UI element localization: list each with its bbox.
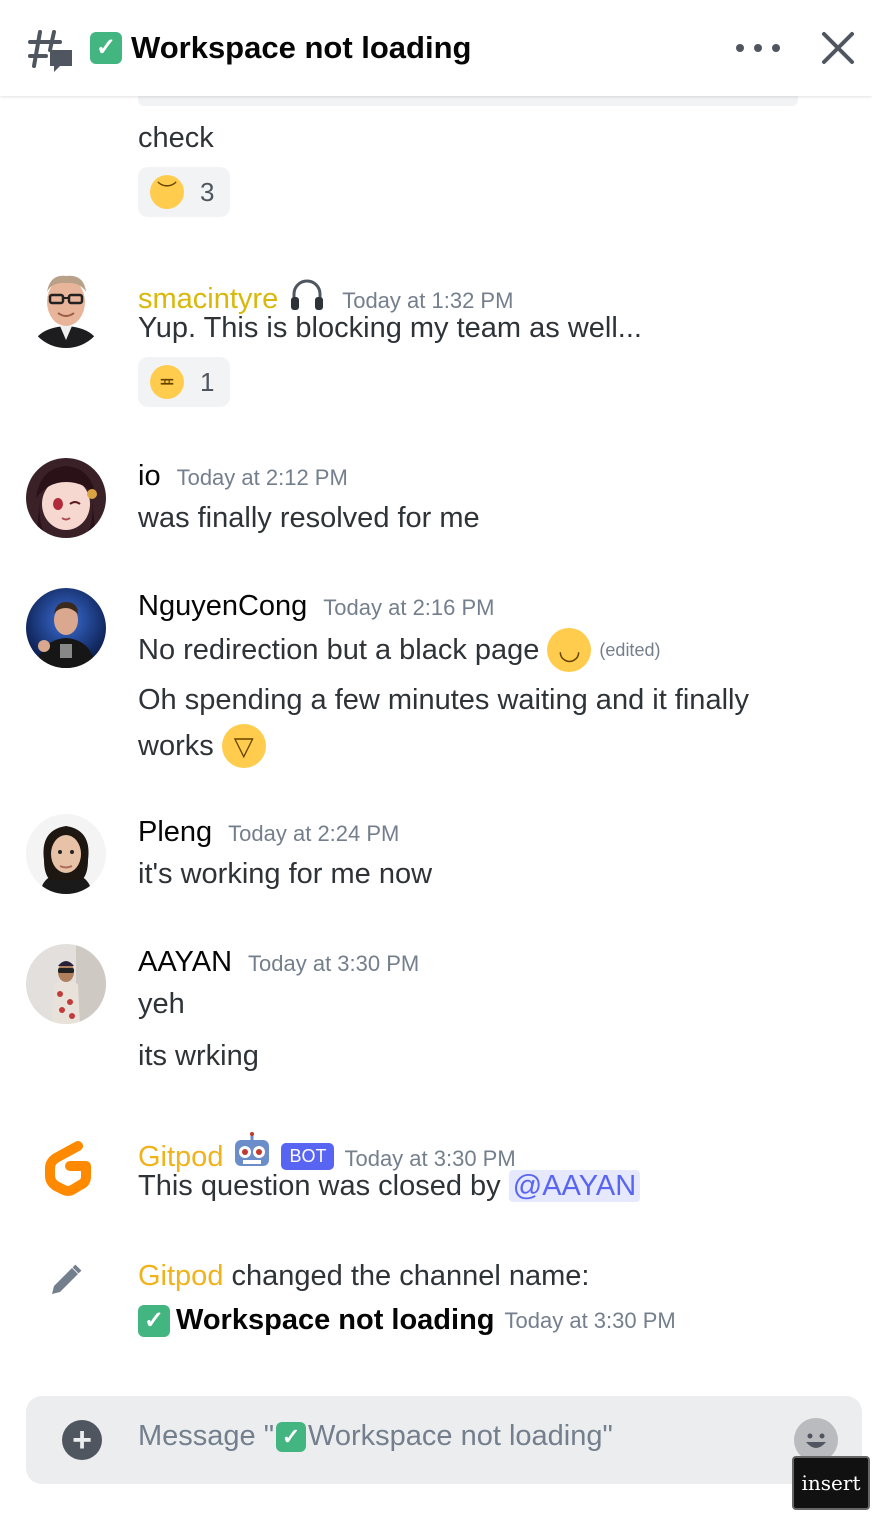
- username-pleng[interactable]: Pleng: [138, 816, 212, 849]
- close-icon[interactable]: [820, 30, 856, 66]
- user-mention[interactable]: @AAYAN: [508, 1170, 641, 1202]
- timestamp: Today at 3:30 PM: [344, 1146, 516, 1171]
- timestamp: Today at 2:16 PM: [323, 595, 495, 620]
- username-gitpod[interactable]: Gitpod: [138, 1260, 223, 1292]
- message-text: yeh: [138, 988, 185, 1020]
- avatar-pleng[interactable]: [26, 814, 106, 894]
- username-aayan[interactable]: AAYAN: [138, 946, 232, 979]
- reaction-count: 1: [200, 366, 215, 397]
- system-action-text: changed the channel name:: [231, 1260, 590, 1292]
- avatar-nguyencong[interactable]: [26, 588, 106, 668]
- pencil-icon: [52, 1264, 82, 1294]
- disappointed-face-icon: ︶: [150, 175, 184, 209]
- placeholder-name: Workspace not loading: [308, 1420, 603, 1452]
- slightly-smiling-face-icon: ◡: [547, 628, 592, 672]
- avatar-io[interactable]: [26, 458, 106, 538]
- timestamp: Today at 3:30 PM: [504, 1307, 676, 1333]
- username-nguyencong[interactable]: NguyenCong: [138, 590, 307, 623]
- more-options-icon[interactable]: [736, 34, 780, 62]
- timestamp: Today at 2:24 PM: [228, 821, 400, 846]
- check-mark-icon: ✓: [138, 1304, 170, 1337]
- message-text: This question was closed by @AAYAN: [138, 1170, 641, 1203]
- grinning-face-icon: ▽: [221, 724, 266, 768]
- smile-icon: [798, 1422, 834, 1458]
- check-mark-icon: ✓: [90, 32, 122, 64]
- message-text: Yup. This is blocking my team as well...: [138, 312, 642, 344]
- reaction-disappointed[interactable]: ︶ 3: [138, 167, 231, 217]
- message-text: was finally resolved for me: [138, 502, 480, 534]
- message-text: No redirection but a black page: [138, 633, 540, 666]
- message-composer[interactable]: + Message " ✓ Workspace not loading ": [26, 1396, 862, 1484]
- timestamp: Today at 1:32 PM: [342, 288, 514, 313]
- username-io[interactable]: io: [138, 460, 161, 493]
- avatar-smacintyre[interactable]: [26, 268, 106, 348]
- message-input[interactable]: Message " ✓ Workspace not loading ": [138, 1420, 613, 1453]
- thread-title: Workspace not loading: [131, 30, 472, 65]
- message-text: check: [138, 122, 214, 154]
- timestamp: Today at 3:30 PM: [248, 951, 420, 976]
- message-text: Oh spending a few minutes waiting and it…: [138, 684, 749, 716]
- timestamp: Today at 2:12 PM: [176, 465, 348, 490]
- new-channel-name: Workspace not loading: [176, 1304, 495, 1336]
- placeholder-suffix: ": [602, 1420, 613, 1452]
- message-text: works: [138, 729, 214, 762]
- reaction-weary[interactable]: ≖ 1: [138, 357, 231, 407]
- add-attachment-button[interactable]: +: [62, 1420, 102, 1460]
- avatar-aayan[interactable]: [26, 944, 106, 1024]
- edited-label: (edited): [599, 639, 661, 660]
- bot-badge: BOT: [281, 1143, 335, 1170]
- reaction-count: 3: [200, 176, 215, 207]
- headphones-icon: [291, 279, 324, 310]
- thread-icon: [28, 30, 72, 72]
- placeholder-prefix: Message ": [138, 1420, 275, 1452]
- thread-header: ✓ Workspace not loading: [0, 0, 872, 96]
- gitpod-logo-icon[interactable]: [26, 1126, 106, 1206]
- insert-tooltip: insert: [792, 1456, 870, 1510]
- weary-face-icon: ≖: [150, 365, 184, 399]
- message-text: it's working for me now: [138, 858, 433, 890]
- robot-icon: [235, 1132, 270, 1166]
- message-text-body: This question was closed by: [138, 1170, 501, 1202]
- check-mark-icon: ✓: [276, 1421, 307, 1452]
- message-text: its wrking: [138, 1040, 259, 1072]
